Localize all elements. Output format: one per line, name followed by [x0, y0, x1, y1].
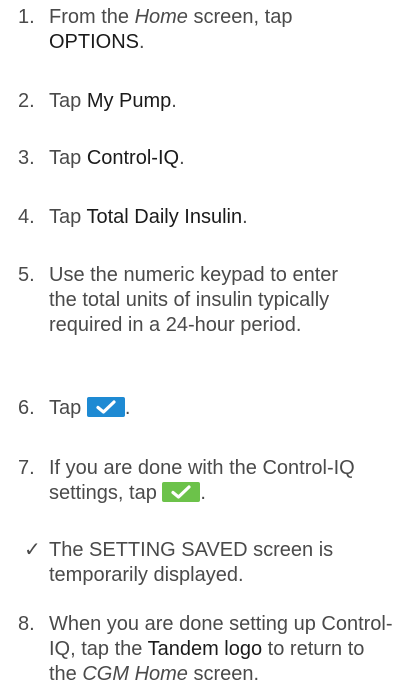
step-number: 6.	[18, 397, 35, 419]
step-number: 5.	[18, 264, 35, 286]
checkmark-button-icon	[162, 482, 201, 502]
step-number: 4.	[18, 206, 35, 228]
step-number: 2.	[18, 90, 35, 112]
step-number: 1.	[18, 6, 35, 28]
check-mark-icon: ✓	[24, 539, 41, 561]
step-text: Use the numeric keypad to enter the tota…	[49, 264, 339, 336]
screen-name-cgm-home: CGM Home	[82, 663, 188, 685]
step-text: If you are done with the Control-IQ sett…	[49, 457, 355, 504]
step-text: Tap Total Daily Insulin.	[49, 206, 248, 228]
ui-label-tandem-logo: Tandem logo	[147, 638, 263, 660]
step-text: Tap My Pump.	[49, 90, 177, 112]
step-text: Tap .	[49, 397, 131, 419]
step-text: The SETTING SAVED screen is temporarily …	[49, 539, 334, 586]
step-text: Tap Control-IQ.	[49, 147, 185, 169]
ui-label-control-iq: Control-IQ	[86, 147, 180, 169]
step-number: 8.	[18, 613, 35, 635]
step-text: From the Home screen, tap OPTIONS.	[49, 6, 293, 53]
ui-label-total-daily-insulin: Total Daily Insulin	[86, 206, 243, 228]
step-text: When you are done setting up Control-IQ,…	[49, 613, 393, 685]
checkmark-button-icon	[86, 397, 125, 417]
screen-name-home: Home	[134, 6, 188, 28]
ui-label-options: OPTIONS	[49, 31, 140, 53]
ui-label-my-pump: My Pump	[86, 90, 172, 112]
instructions-page: { "steps": [ { "number": "1.", "parts": …	[0, 0, 416, 685]
step-number: 7.	[18, 457, 35, 479]
step-number: 3.	[18, 147, 35, 169]
